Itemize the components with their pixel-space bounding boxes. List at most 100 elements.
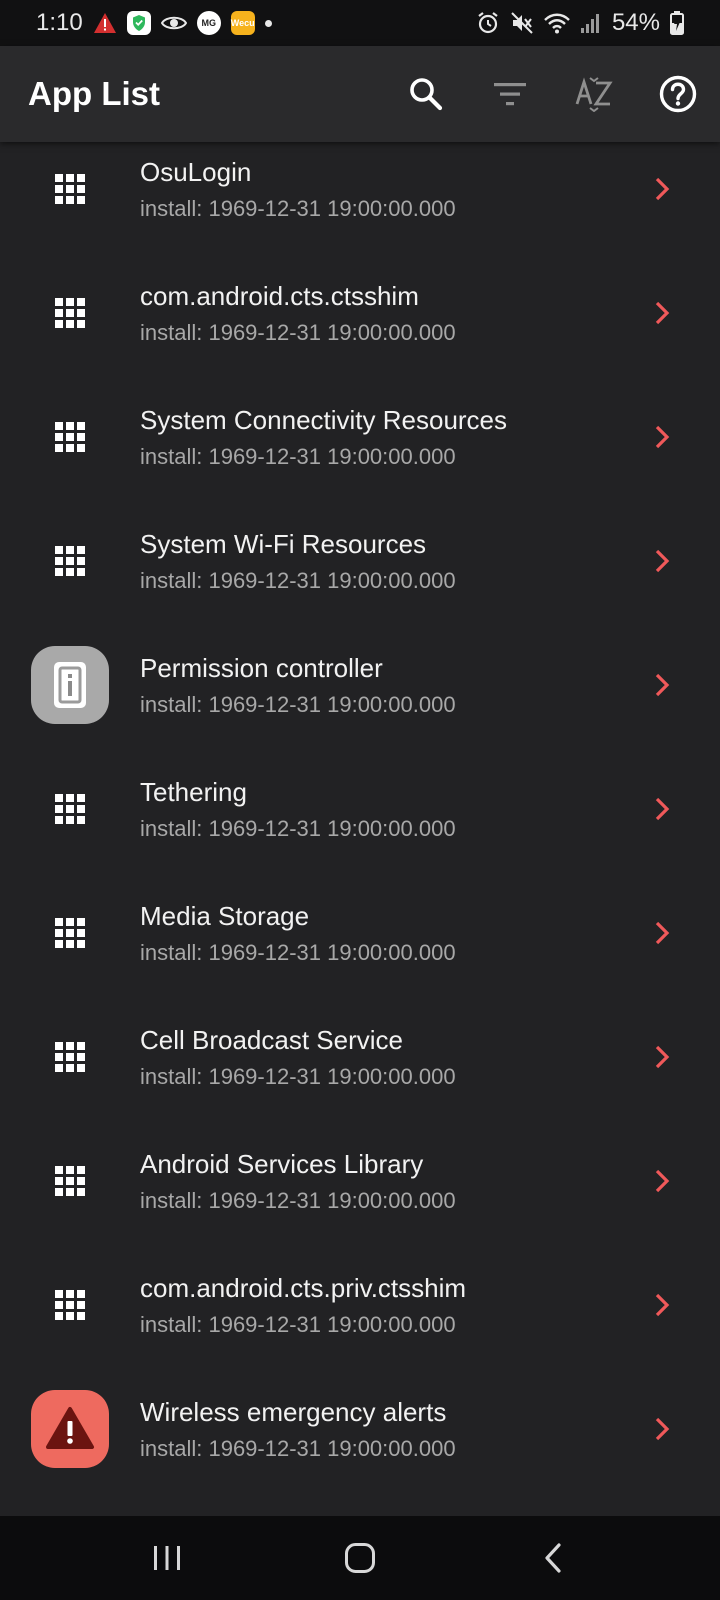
mute-icon [510,11,534,35]
mg-badge-icon: MG [196,11,221,35]
battery-percentage: 54% [611,9,660,36]
item-name: System Wi-Fi Resources [140,528,427,559]
shield-icon [126,11,151,35]
item-install-date: install: 1969-12-31 19:00:00.000 [140,443,456,469]
system-navigation-bar [0,1516,720,1600]
item-name: Wireless emergency alerts [140,1396,447,1427]
search-icon [410,78,443,111]
item-text: Tethering install: 1969-12-31 19:00:00.0… [140,777,632,842]
list-item[interactable]: Permission controller install: 1969-12-3… [0,622,720,748]
chevron-right-icon[interactable] [632,655,692,715]
help-button[interactable] [636,52,720,136]
grid-icon [29,1016,111,1098]
recents-button[interactable] [127,1523,207,1593]
eye-icon [160,14,187,32]
item-text: com.android.cts.priv.ctsshim install: 19… [140,1273,632,1338]
wifi-icon [544,12,570,34]
help-icon [659,75,697,113]
list-item[interactable]: System Wi-Fi Resources install: 1969-12-… [0,498,720,624]
item-text: Permission controller install: 1969-12-3… [140,653,632,718]
item-text: System Wi-Fi Resources install: 1969-12-… [140,529,632,594]
grid-icon [29,768,111,850]
home-button[interactable] [320,1523,400,1593]
grid-icon [29,520,111,602]
page-title: App List [28,75,160,112]
list-item[interactable]: OsuLogin install: 1969-12-31 19:00:00.00… [0,142,720,252]
item-install-date: install: 1969-12-31 19:00:00.000 [140,319,456,345]
chevron-right-icon[interactable] [632,531,692,591]
list-item[interactable]: Cell Broadcast Service install: 1969-12-… [0,994,720,1120]
chevron-right-icon[interactable] [632,779,692,839]
item-install-date: install: 1969-12-31 19:00:00.000 [140,1063,456,1089]
item-text: System Connectivity Resources install: 1… [140,405,632,470]
recents-icon [153,1546,180,1570]
item-text: com.android.cts.ctsshim install: 1969-12… [140,281,632,346]
home-icon [344,1543,375,1573]
back-icon [545,1543,561,1573]
item-text: Cell Broadcast Service install: 1969-12-… [140,1025,632,1090]
status-right: 54% [476,9,684,37]
item-name: OsuLogin [140,156,252,187]
chevron-right-icon[interactable] [632,283,692,343]
item-text: Wireless emergency alerts install: 1969-… [140,1397,632,1462]
item-text: Media Storage install: 1969-12-31 19:00:… [140,901,632,966]
emergency-alert-icon [29,1388,111,1470]
more-notifications-dot-icon [264,19,272,27]
filter-button[interactable] [468,52,552,136]
battery-charging-icon [670,11,684,35]
item-name: Cell Broadcast Service [140,1024,403,1055]
grid-icon [29,396,111,478]
list-item[interactable]: com.android.cts.ctsshim install: 1969-12… [0,250,720,376]
item-name: com.android.cts.ctsshim [140,280,419,311]
item-text: OsuLogin install: 1969-12-31 19:00:00.00… [140,157,632,222]
item-name: Media Storage [140,900,310,931]
wecc-badge-icon: Wecu [230,11,255,35]
grid-icon [29,1264,111,1346]
search-button[interactable] [384,52,468,136]
grid-icon [29,892,111,974]
status-left: 1:10 MG Wecu [36,9,272,37]
list-item[interactable]: Tethering install: 1969-12-31 19:00:00.0… [0,746,720,872]
item-name: com.android.cts.priv.ctsshim [140,1272,467,1303]
item-install-date: install: 1969-12-31 19:00:00.000 [140,1435,456,1461]
item-name: Permission controller [140,652,383,683]
alert-triangle-icon [93,12,117,34]
item-name: System Connectivity Resources [140,404,508,435]
list-item[interactable]: Media Storage install: 1969-12-31 19:00:… [0,870,720,996]
app-list[interactable]: OsuLogin install: 1969-12-31 19:00:00.00… [0,142,720,1516]
status-bar: 1:10 MG Wecu 54% [0,0,720,46]
list-item[interactable]: Android Services Library install: 1969-1… [0,1118,720,1244]
alarm-icon [476,11,500,35]
item-name: Android Services Library [140,1148,424,1179]
chevron-right-icon[interactable] [632,1027,692,1087]
item-install-date: install: 1969-12-31 19:00:00.000 [140,691,456,717]
chevron-right-icon[interactable] [632,1151,692,1211]
back-button[interactable] [513,1523,593,1593]
item-text: Android Services Library install: 1969-1… [140,1149,632,1214]
grid-icon [29,272,111,354]
chevron-right-icon[interactable] [632,1275,692,1335]
sort-az-icon [575,77,613,112]
list-item[interactable]: Wireless emergency alerts install: 1969-… [0,1366,720,1492]
item-install-date: install: 1969-12-31 19:00:00.000 [140,939,456,965]
item-install-date: install: 1969-12-31 19:00:00.000 [140,195,456,221]
chevron-right-icon[interactable] [632,903,692,963]
item-install-date: install: 1969-12-31 19:00:00.000 [140,1187,456,1213]
permission-controller-icon [29,644,111,726]
app-bar: App List [0,46,720,142]
item-install-date: install: 1969-12-31 19:00:00.000 [140,815,456,841]
signal-icon [580,12,602,34]
sort-az-button[interactable] [552,52,636,136]
item-install-date: install: 1969-12-31 19:00:00.000 [140,1311,456,1337]
item-install-date: install: 1969-12-31 19:00:00.000 [140,567,456,593]
grid-icon [29,1140,111,1222]
item-name: Tethering [140,776,247,807]
filter-icon [494,83,526,106]
list-item[interactable]: com.android.cts.priv.ctsshim install: 19… [0,1242,720,1368]
chevron-right-icon[interactable] [632,159,692,219]
grid-icon [29,148,111,230]
list-item[interactable]: System Connectivity Resources install: 1… [0,374,720,500]
chevron-right-icon[interactable] [632,407,692,467]
chevron-right-icon[interactable] [632,1399,692,1459]
status-time: 1:10 [36,9,83,36]
